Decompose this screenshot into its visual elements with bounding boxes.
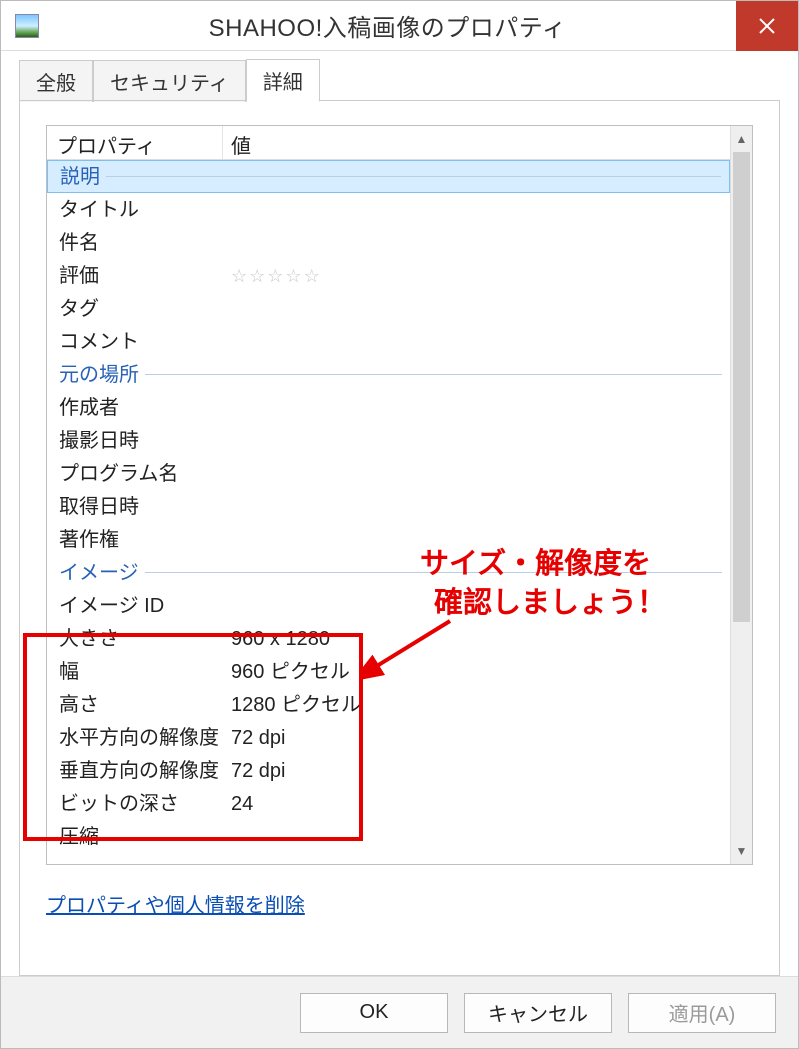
rating-stars[interactable]: ☆ ☆ ☆ ☆ ☆ [231, 267, 730, 285]
group-image[interactable]: イメージ [47, 556, 730, 589]
prop-row-program[interactable]: プログラム名 [47, 457, 730, 490]
close-button[interactable] [736, 1, 798, 51]
prop-value: 1280 ピクセル [231, 695, 730, 715]
prop-row-authors[interactable]: 作成者 [47, 391, 730, 424]
properties-dialog: SHAHOO!入稿画像のプロパティ 全般 セキュリティ 詳細 プロパティ 値 [0, 0, 799, 1049]
prop-value: 960 x 1280 [231, 629, 730, 649]
prop-row-compression[interactable]: 圧縮 [47, 820, 730, 853]
properties-table: プロパティ 値 説明 タイトル [46, 125, 753, 865]
prop-name: 高さ [59, 695, 231, 715]
prop-name: 大きさ [59, 629, 231, 649]
group-label: 元の場所 [59, 365, 139, 385]
app-icon [15, 14, 39, 38]
prop-name: タグ [59, 299, 231, 319]
scrollbar-down-icon[interactable]: ▼ [731, 838, 752, 864]
properties-header: プロパティ 値 [47, 126, 730, 160]
properties-body: 説明 タイトル 件名 評価 [47, 160, 730, 853]
group-divider [145, 572, 722, 573]
cancel-button[interactable]: キャンセル [464, 993, 612, 1033]
prop-name: 件名 [59, 233, 231, 253]
star-icon[interactable]: ☆ [304, 267, 320, 285]
group-divider [145, 374, 722, 375]
column-header-value[interactable]: 値 [223, 126, 730, 159]
star-icon[interactable]: ☆ [285, 267, 301, 285]
group-origin[interactable]: 元の場所 [47, 358, 730, 391]
tab-details[interactable]: 詳細 [246, 59, 320, 102]
prop-name: 作成者 [59, 398, 231, 418]
prop-value-rating[interactable]: ☆ ☆ ☆ ☆ ☆ [231, 267, 730, 285]
window-title: SHAHOO!入稿画像のプロパティ [39, 8, 736, 43]
prop-name: 撮影日時 [59, 431, 231, 451]
group-label: 説明 [60, 167, 100, 187]
tab-general[interactable]: 全般 [19, 60, 93, 102]
star-icon[interactable]: ☆ [249, 267, 265, 285]
prop-name: タイトル [59, 200, 231, 220]
group-divider [106, 176, 721, 177]
star-icon[interactable]: ☆ [231, 267, 247, 285]
star-icon[interactable]: ☆ [267, 267, 283, 285]
column-header-property[interactable]: プロパティ [47, 126, 223, 159]
scrollbar-track[interactable] [731, 152, 752, 838]
client-area: 全般 セキュリティ 詳細 プロパティ 値 説明 [1, 51, 798, 976]
remove-properties-link[interactable]: プロパティや個人情報を削除 [46, 889, 305, 918]
tab-strip: 全般 セキュリティ 詳細 [19, 63, 780, 101]
prop-row-bit-depth[interactable]: ビットの深さ 24 [47, 787, 730, 820]
prop-name: プログラム名 [59, 464, 231, 484]
prop-name: コメント [59, 332, 231, 352]
prop-row-subject[interactable]: 件名 [47, 226, 730, 259]
prop-name: 水平方向の解像度 [59, 728, 231, 748]
ok-button[interactable]: OK [300, 993, 448, 1033]
scrollbar-thumb[interactable] [733, 152, 750, 622]
prop-row-date-acquired[interactable]: 取得日時 [47, 490, 730, 523]
close-icon [758, 17, 776, 35]
group-label: イメージ [59, 563, 139, 583]
prop-row-title[interactable]: タイトル [47, 193, 730, 226]
tab-security[interactable]: セキュリティ [93, 60, 246, 102]
prop-name: イメージ ID [59, 596, 231, 616]
vertical-scrollbar[interactable]: ▲ ▼ [730, 126, 752, 864]
apply-button[interactable]: 適用(A) [628, 993, 776, 1033]
prop-row-comments[interactable]: コメント [47, 325, 730, 358]
prop-value: 72 dpi [231, 728, 730, 748]
group-description[interactable]: 説明 [47, 160, 730, 193]
prop-row-horizontal-resolution[interactable]: 水平方向の解像度 72 dpi [47, 721, 730, 754]
prop-row-dimensions[interactable]: 大きさ 960 x 1280 [47, 622, 730, 655]
titlebar: SHAHOO!入稿画像のプロパティ [1, 1, 798, 51]
prop-name: 評価 [59, 266, 231, 286]
prop-row-width[interactable]: 幅 960 ピクセル [47, 655, 730, 688]
prop-name: 垂直方向の解像度 [59, 761, 231, 781]
prop-name: 圧縮 [59, 827, 231, 847]
prop-row-image-id[interactable]: イメージ ID [47, 589, 730, 622]
prop-name: 取得日時 [59, 497, 231, 517]
prop-row-rating[interactable]: 評価 ☆ ☆ ☆ ☆ ☆ [47, 259, 730, 292]
dialog-button-bar: OK キャンセル 適用(A) [1, 976, 798, 1048]
prop-row-copyright[interactable]: 著作権 [47, 523, 730, 556]
prop-row-height[interactable]: 高さ 1280 ピクセル [47, 688, 730, 721]
prop-value: 24 [231, 794, 730, 814]
prop-row-date-taken[interactable]: 撮影日時 [47, 424, 730, 457]
prop-value: 72 dpi [231, 761, 730, 781]
scrollbar-up-icon[interactable]: ▲ [731, 126, 752, 152]
prop-row-tags[interactable]: タグ [47, 292, 730, 325]
prop-name: 幅 [59, 662, 231, 682]
prop-row-vertical-resolution[interactable]: 垂直方向の解像度 72 dpi [47, 754, 730, 787]
tab-panel-details: プロパティ 値 説明 タイトル [19, 101, 780, 976]
prop-name: 著作権 [59, 530, 231, 550]
prop-name: ビットの深さ [59, 794, 231, 814]
prop-value: 960 ピクセル [231, 662, 730, 682]
